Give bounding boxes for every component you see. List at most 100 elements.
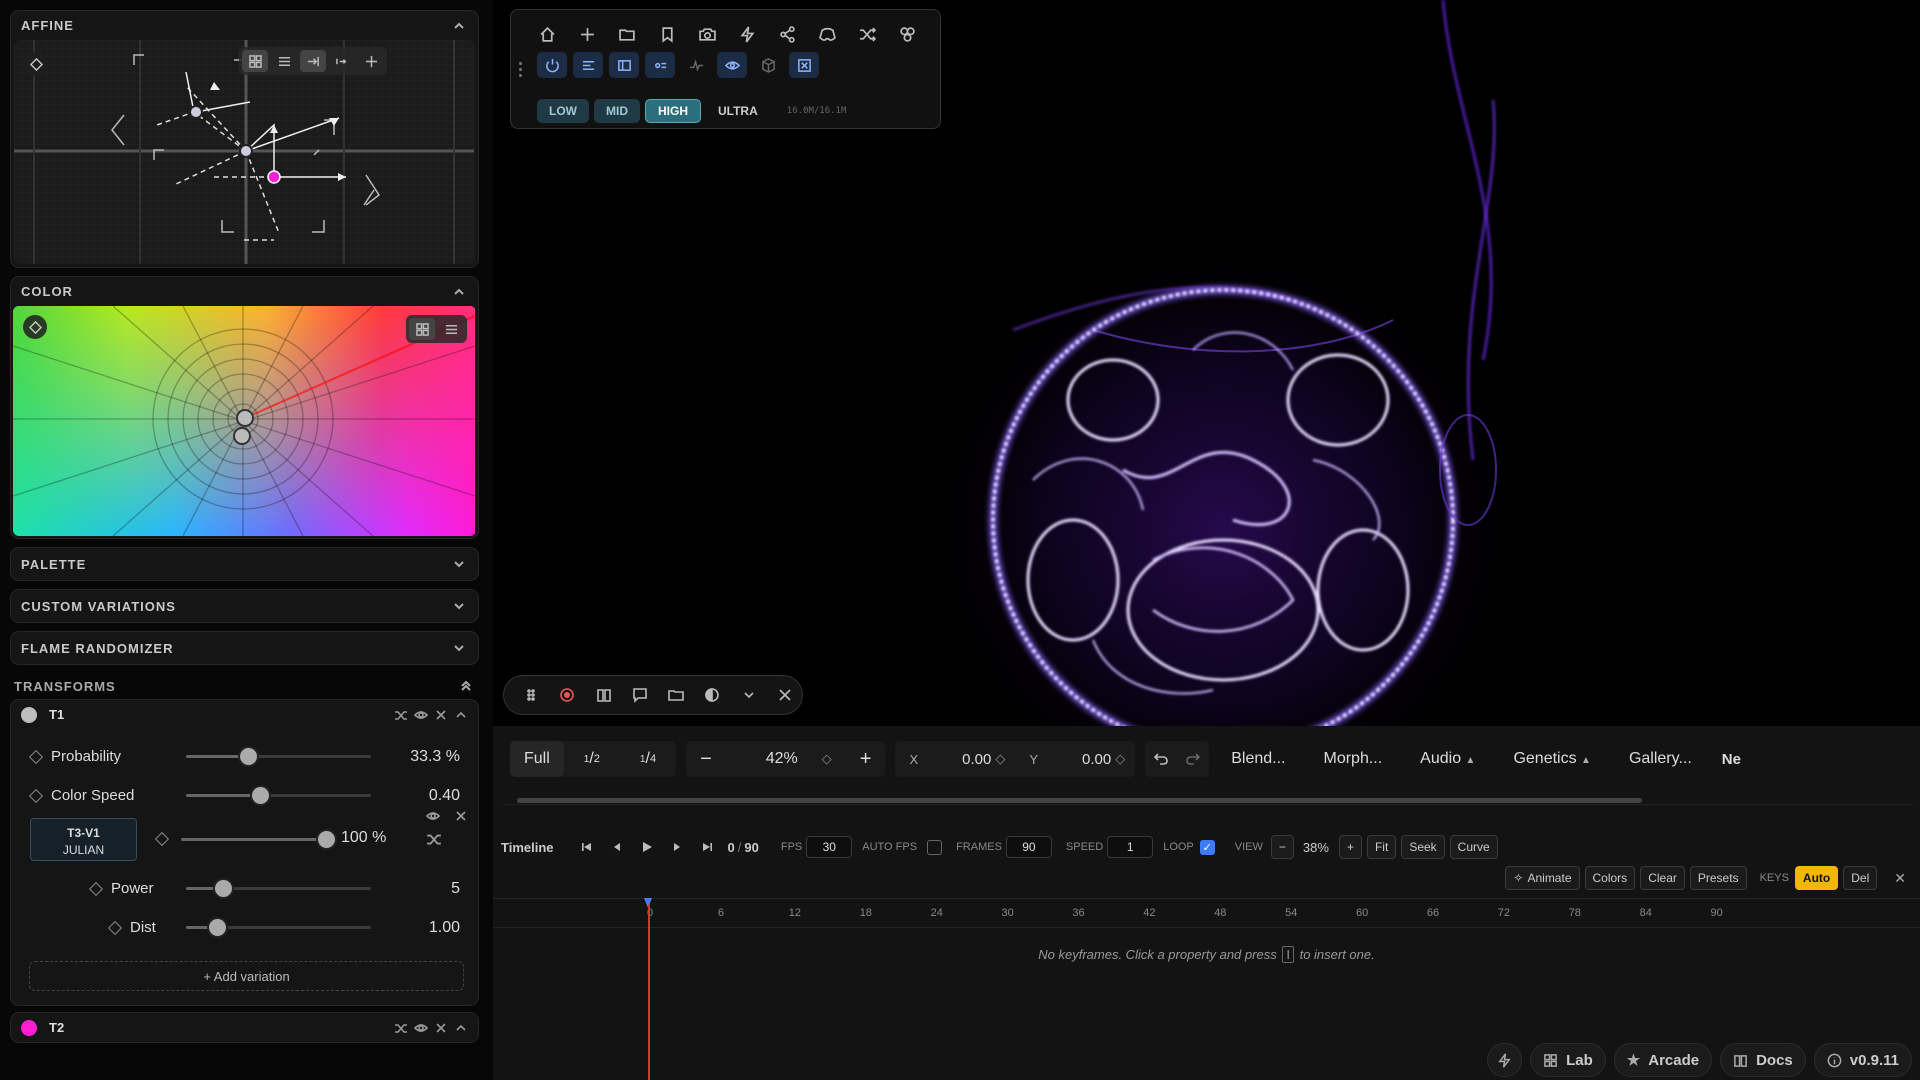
- skip-start-icon[interactable]: [572, 835, 602, 859]
- list-view-icon[interactable]: [438, 318, 464, 340]
- close-icon[interactable]: [434, 708, 448, 722]
- auto-key-button[interactable]: Auto: [1794, 866, 1839, 890]
- play-icon[interactable]: [632, 835, 662, 859]
- power-value[interactable]: 5: [451, 880, 460, 898]
- chevron-up-icon[interactable]: [454, 1021, 468, 1035]
- arrow-right-bar-icon[interactable]: [300, 50, 326, 72]
- dist-slider[interactable]: [186, 919, 371, 936]
- quality-ultra[interactable]: ULTRA: [706, 99, 770, 123]
- color-pivot-icon[interactable]: [23, 315, 47, 339]
- book-icon[interactable]: [587, 680, 621, 710]
- lab-button[interactable]: Lab: [1530, 1043, 1606, 1077]
- arrow-right-dots-icon[interactable]: [329, 50, 355, 72]
- playhead[interactable]: [648, 904, 650, 1080]
- undo-icon[interactable]: [1145, 741, 1177, 777]
- loop-checkbox[interactable]: ✓: [1199, 839, 1215, 855]
- timeline-zoom-in-button[interactable]: +: [1338, 835, 1362, 859]
- horizontal-scrollbar[interactable]: [517, 798, 1642, 803]
- step-forward-icon[interactable]: [662, 835, 692, 859]
- x-value[interactable]: 0.00: [932, 741, 993, 777]
- keyframe-diamond-icon[interactable]: ◇: [993, 741, 1015, 777]
- chevron-up-icon[interactable]: [450, 283, 468, 301]
- res-half[interactable]: 1/2: [564, 741, 620, 777]
- keyframe-diamond-icon[interactable]: [88, 881, 104, 896]
- cube-icon[interactable]: [753, 52, 783, 78]
- shuffle-icon[interactable]: [426, 831, 442, 847]
- collapse-all-icon[interactable]: [457, 677, 475, 695]
- shuffle-icon[interactable]: [394, 1021, 408, 1035]
- zoom-value[interactable]: 42%: [726, 741, 808, 777]
- affine-editor[interactable]: [14, 40, 475, 264]
- add-variation-button[interactable]: + Add variation: [29, 961, 464, 991]
- eye-icon[interactable]: [414, 708, 428, 722]
- timeline-zoom-out-button[interactable]: −: [1270, 835, 1294, 859]
- lightning-button[interactable]: [1487, 1043, 1523, 1077]
- lightning-icon[interactable]: [727, 18, 767, 50]
- color-speed-slider[interactable]: [186, 787, 371, 804]
- res-quarter[interactable]: 1/4: [620, 741, 676, 777]
- y-value[interactable]: 0.00: [1052, 741, 1113, 777]
- frame-icon[interactable]: [789, 52, 819, 78]
- chevron-down-icon[interactable]: [732, 680, 766, 710]
- transform-t1-header[interactable]: T1: [11, 700, 478, 729]
- close-icon[interactable]: ✕: [1894, 870, 1906, 887]
- record-icon[interactable]: [550, 680, 584, 710]
- menu-gallery[interactable]: Gallery...: [1629, 750, 1692, 768]
- custom-variations-panel[interactable]: CUSTOM VARIATIONS: [10, 589, 479, 623]
- res-full[interactable]: Full: [510, 741, 564, 777]
- menu-morph[interactable]: Morph...: [1323, 750, 1382, 768]
- chevron-down-icon[interactable]: [450, 555, 468, 573]
- delete-key-button[interactable]: Del: [1843, 866, 1878, 890]
- menu-genetics[interactable]: Genetics ▲: [1513, 750, 1591, 768]
- keyframe-diamond-icon[interactable]: [28, 788, 44, 803]
- share-icon[interactable]: [767, 18, 807, 50]
- keyframe-diamond-icon[interactable]: [28, 749, 44, 764]
- colors-button[interactable]: Colors: [1584, 866, 1636, 890]
- chevron-up-icon[interactable]: [454, 708, 468, 722]
- variation-badge[interactable]: T3-V1 JULIAN: [30, 818, 137, 861]
- color-speed-value[interactable]: 0.40: [429, 787, 460, 805]
- keyframe-diamond-icon[interactable]: ◇: [808, 741, 846, 777]
- chevron-down-icon[interactable]: [450, 597, 468, 615]
- zoom-out-button[interactable]: −: [686, 741, 726, 777]
- seek-button[interactable]: Seek: [1401, 835, 1445, 859]
- eye-icon[interactable]: [426, 809, 440, 823]
- discord-icon[interactable]: [807, 18, 847, 50]
- chevron-down-icon[interactable]: [450, 639, 468, 657]
- frames-input[interactable]: 90: [1005, 836, 1052, 858]
- quality-mid[interactable]: MID: [594, 99, 640, 123]
- probability-slider[interactable]: [186, 748, 371, 765]
- fps-input[interactable]: 30: [806, 836, 853, 858]
- clear-button[interactable]: Clear: [1640, 866, 1685, 890]
- arcade-button[interactable]: ★ Arcade: [1613, 1043, 1713, 1077]
- flame-randomizer-panel[interactable]: FLAME RANDOMIZER: [10, 631, 479, 665]
- drag-handle-icon[interactable]: [519, 62, 525, 78]
- shuffle-icon[interactable]: [847, 18, 887, 50]
- folder-open-icon[interactable]: [607, 18, 647, 50]
- contrast-icon[interactable]: [695, 680, 729, 710]
- power-icon[interactable]: [537, 52, 567, 78]
- transform-t2-header[interactable]: T2: [11, 1013, 478, 1042]
- close-icon[interactable]: [434, 1021, 448, 1035]
- skip-end-icon[interactable]: [692, 835, 722, 859]
- color-wheel[interactable]: [13, 306, 476, 536]
- step-back-icon[interactable]: [602, 835, 632, 859]
- curve-button[interactable]: Curve: [1449, 835, 1498, 859]
- keyframe-diamond-icon[interactable]: ◇: [1113, 741, 1135, 777]
- menu-new[interactable]: Ne: [1722, 751, 1741, 768]
- presets-button[interactable]: Presets: [1689, 866, 1747, 890]
- drag-handle-icon[interactable]: [514, 680, 548, 710]
- affine-pivot-icon[interactable]: [24, 52, 48, 76]
- align-left-icon[interactable]: [573, 52, 603, 78]
- speed-input[interactable]: 1: [1107, 836, 1154, 858]
- timeline-ruler[interactable]: 0 6 12 18 24 30 36 42 48 54 60 66 72 78 84 90: [493, 898, 1920, 928]
- redo-icon[interactable]: [1177, 741, 1209, 777]
- variation-weight-slider[interactable]: [181, 831, 335, 848]
- nodes-icon[interactable]: [887, 18, 927, 50]
- variation-weight-value[interactable]: 100 %: [341, 829, 386, 847]
- sliders-icon[interactable]: [645, 52, 675, 78]
- power-slider[interactable]: [186, 880, 371, 897]
- bookmark-icon[interactable]: [647, 18, 687, 50]
- fit-button[interactable]: Fit: [1366, 835, 1397, 859]
- waveform-icon[interactable]: [681, 52, 711, 78]
